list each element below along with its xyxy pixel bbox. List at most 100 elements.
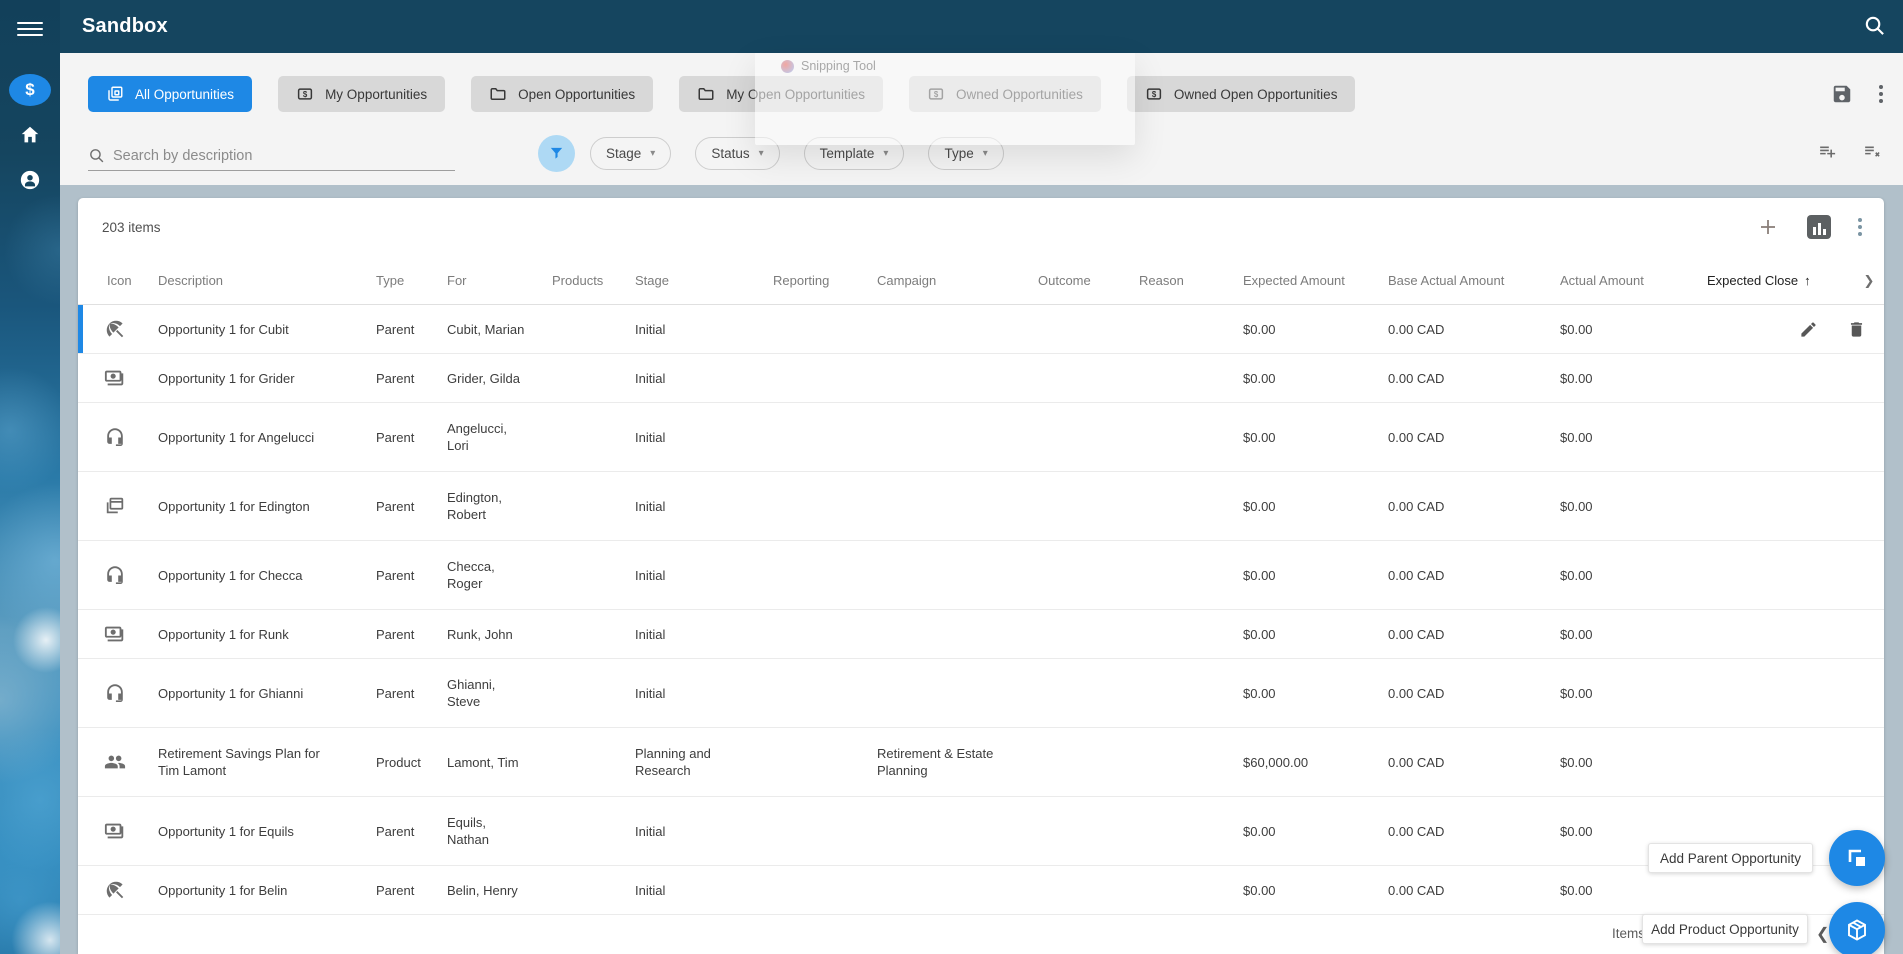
cell-products <box>552 728 635 796</box>
dollar-circle-icon: $ <box>25 80 35 99</box>
tab-my-opportunities[interactable]: $ My Opportunities <box>278 76 446 112</box>
chart-view-icon[interactable] <box>1807 215 1831 239</box>
table-row[interactable]: Opportunity 1 for Grider Parent Grider, Gi… <box>78 354 1884 403</box>
table-row[interactable]: Opportunity 1 for Belin Parent Belin, Henr… <box>78 866 1884 915</box>
add-product-opportunity-fab[interactable] <box>1829 902 1885 954</box>
cell-reporting <box>773 403 877 471</box>
cell-reason <box>1139 472 1243 540</box>
svg-text:$: $ <box>1152 90 1157 99</box>
cell-outcome <box>1038 541 1139 609</box>
column-header-expected-close[interactable]: Expected Close ↑ <box>1707 256 1854 304</box>
sidebar-item-home[interactable] <box>9 119 51 151</box>
items-count: 203 items <box>102 220 161 235</box>
add-icon[interactable] <box>1756 215 1780 239</box>
column-header-campaign[interactable]: Campaign <box>877 256 1038 304</box>
column-header-outcome[interactable]: Outcome <box>1038 256 1139 304</box>
playlist-remove-icon[interactable] <box>1862 141 1883 162</box>
cell-description: Opportunity 1 for Edington <box>158 498 310 514</box>
tab-open-opportunities[interactable]: Open Opportunities <box>471 76 654 112</box>
hamburger-menu-icon[interactable] <box>17 18 43 40</box>
table-row[interactable]: Retirement Savings Plan for Tim Lamont Pr… <box>78 728 1884 797</box>
playlist-add-icon[interactable] <box>1817 141 1838 162</box>
cell-type: Parent <box>376 823 415 839</box>
cell-reporting <box>773 354 877 402</box>
filter-dropdowns: Stage ▾ Status ▾ Template ▾ Type ▾ <box>590 137 1004 170</box>
view-overflow-menu-icon[interactable] <box>1879 85 1883 103</box>
filter-funnel-button[interactable] <box>538 135 575 172</box>
cell-actual-amount: $0.00 <box>1560 321 1593 337</box>
column-header-type[interactable]: Type <box>376 256 447 304</box>
column-header-reporting[interactable]: Reporting <box>773 256 877 304</box>
cell-products <box>552 541 635 609</box>
chevron-left-icon[interactable]: ❮ <box>1816 924 1829 944</box>
parent-shapes-icon <box>1848 849 1865 866</box>
cell-outcome <box>1038 797 1139 865</box>
cell-for: Angelucci, Lori <box>447 421 507 453</box>
sidebar-item-profile[interactable] <box>9 164 51 196</box>
cell-campaign: Retirement & Estate Planning <box>877 746 994 778</box>
beach-umbrella-icon <box>78 305 158 353</box>
tab-owned-open-opportunities[interactable]: $ Owned Open Opportunities <box>1126 76 1356 112</box>
search-input[interactable] <box>113 147 455 164</box>
people-icon <box>78 728 158 796</box>
person-icon <box>19 169 41 191</box>
cell-expected-close <box>1707 659 1854 727</box>
pagination-bar: Items per page ❮ <box>78 915 1884 954</box>
tab-owned-opportunities[interactable]: $ Owned Opportunities <box>909 76 1101 112</box>
column-header-reason[interactable]: Reason <box>1139 256 1243 304</box>
tab-label: Owned Opportunities <box>956 86 1083 102</box>
table-overflow-menu-icon[interactable] <box>1858 218 1862 236</box>
cell-type: Parent <box>376 370 415 386</box>
cell-description: Opportunity 1 for Angelucci <box>158 429 315 445</box>
column-header-stage[interactable]: Stage <box>635 256 773 304</box>
table-row[interactable]: Opportunity 1 for Ghianni Parent Ghianni, … <box>78 659 1884 728</box>
column-header-icon[interactable]: Icon <box>78 256 158 304</box>
cell-base-actual-amount: 0.00 CAD <box>1388 754 1445 770</box>
search-icon[interactable] <box>1861 14 1887 40</box>
cell-description: Retirement Savings Plan for Tim Lamont <box>158 746 320 778</box>
column-header-products[interactable]: Products <box>552 256 635 304</box>
filter-dropdown-template[interactable]: Template ▾ <box>803 137 905 170</box>
cell-type: Parent <box>376 429 415 445</box>
filter-dropdown-type[interactable]: Type ▾ <box>928 137 1004 170</box>
table-row[interactable]: Opportunity 1 for Angelucci Parent Angeluc… <box>78 403 1884 472</box>
scroll-columns-right-icon[interactable]: ❯ <box>1854 256 1884 304</box>
cell-expected-amount: $0.00 <box>1243 567 1276 583</box>
add-parent-opportunity-fab[interactable] <box>1829 830 1885 886</box>
table-row[interactable]: Opportunity 1 for Cubit Parent Cubit, Mari… <box>78 305 1884 354</box>
cell-for: Edington, Robert <box>447 490 502 522</box>
column-header-base-actual-amount[interactable]: Base Actual Amount <box>1388 256 1560 304</box>
cell-expected-close <box>1707 403 1854 471</box>
tab-my-open-opportunities[interactable]: My Open Opportunities <box>679 76 884 112</box>
table-row[interactable]: Opportunity 1 for Runk Parent Runk, John In… <box>78 610 1884 659</box>
table-row[interactable]: Opportunity 1 for Edington Parent Edington… <box>78 472 1884 541</box>
cell-expected-amount: $0.00 <box>1243 429 1276 445</box>
cell-expected-amount: $0.00 <box>1243 498 1276 514</box>
cell-expected-close <box>1707 866 1854 914</box>
dropdown-label: Stage <box>606 146 642 161</box>
save-view-icon[interactable] <box>1831 83 1853 105</box>
cell-products <box>552 403 635 471</box>
table-row[interactable]: Opportunity 1 for Checca Parent Checca, Ro… <box>78 541 1884 610</box>
cell-base-actual-amount: 0.00 CAD <box>1388 882 1445 898</box>
column-header-description[interactable]: Description <box>158 256 376 304</box>
edit-icon[interactable] <box>1799 320 1818 339</box>
tab-all-opportunities[interactable]: All Opportunities <box>88 76 253 112</box>
column-header-actual-amount[interactable]: Actual Amount <box>1560 256 1707 304</box>
main-content: All Opportunities $ My Opportunities Open O… <box>60 53 1903 954</box>
table-row[interactable]: Opportunity 1 for Equils Parent Equils, Na… <box>78 797 1884 866</box>
cell-stage: Planning and Research <box>635 746 711 778</box>
cell-actual-amount: $0.00 <box>1560 626 1593 642</box>
filter-dropdown-status[interactable]: Status ▾ <box>695 137 780 170</box>
column-header-for[interactable]: For <box>447 256 552 304</box>
column-header-expected-amount[interactable]: Expected Amount <box>1243 256 1388 304</box>
sidebar-item-opportunities[interactable]: $ <box>9 74 51 106</box>
delete-icon[interactable] <box>1847 320 1866 339</box>
cell-actual-amount: $0.00 <box>1560 429 1593 445</box>
cell-campaign <box>877 797 1038 865</box>
cell-for: Checca, Roger <box>447 559 495 591</box>
filter-dropdown-stage[interactable]: Stage ▾ <box>590 137 672 170</box>
cell-base-actual-amount: 0.00 CAD <box>1388 567 1445 583</box>
cell-reason <box>1139 354 1243 402</box>
cell-description: Opportunity 1 for Cubit <box>158 321 289 337</box>
